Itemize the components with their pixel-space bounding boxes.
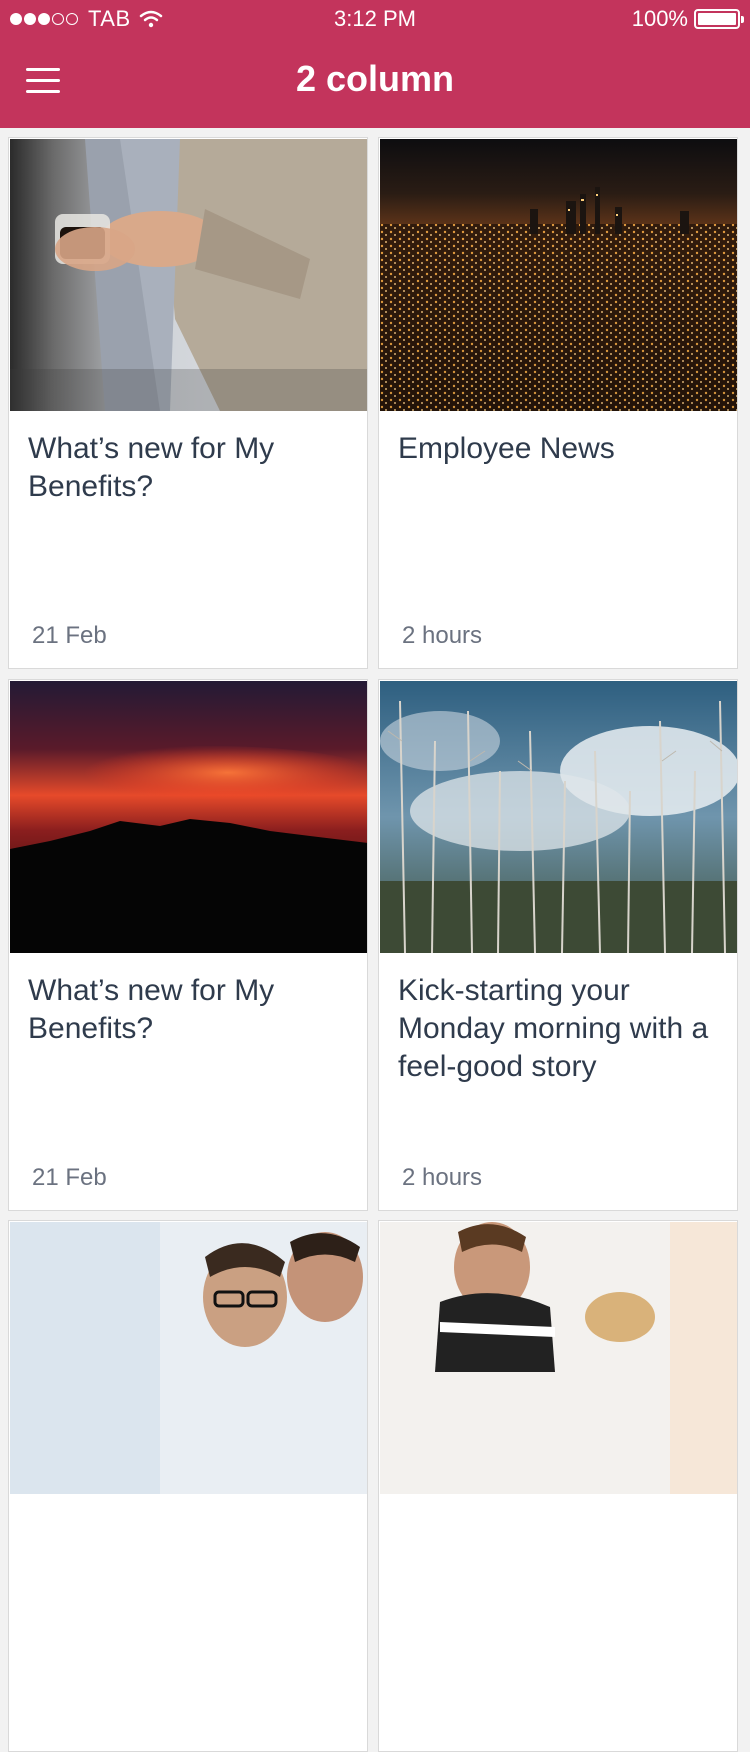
article-card[interactable]: What’s new for My Benefits? 21 Feb xyxy=(8,679,368,1211)
card-title: Kick-starting your Monday morning with a… xyxy=(398,974,709,1083)
battery-percent: 100% xyxy=(631,6,688,31)
status-right: 100% xyxy=(631,6,744,32)
bare-trees-cloudy-sky-photo xyxy=(380,681,737,953)
article-card[interactable] xyxy=(8,1220,368,1752)
article-card[interactable]: Kick-starting your Monday morning with a… xyxy=(378,679,738,1211)
article-card[interactable]: What’s new for My Benefits? 21 Feb xyxy=(8,137,368,669)
red-sunset-mountains-photo xyxy=(10,681,367,953)
coffee-businessman-photo xyxy=(10,139,367,411)
smiling-man-office-photo xyxy=(380,1222,737,1494)
battery-icon xyxy=(694,9,744,29)
page-title: 2 column xyxy=(295,58,455,99)
card-title: What’s new for My Benefits? xyxy=(28,974,275,1045)
city-night-lights-photo xyxy=(380,139,737,411)
card-title: Employee News xyxy=(398,432,615,465)
article-card[interactable]: Employee News 2 hours xyxy=(378,137,738,669)
card-title: What’s new for My Benefits? xyxy=(28,432,275,503)
card-date: 21 Feb xyxy=(32,1164,107,1191)
office-colleagues-photo xyxy=(10,1222,367,1494)
card-date: 2 hours xyxy=(402,622,483,649)
article-card[interactable] xyxy=(378,1220,738,1752)
card-date: 2 hours xyxy=(402,1164,483,1191)
app-header: TAB 3:12 PM 100% 2 column xyxy=(0,0,750,128)
status-bar: TAB 3:12 PM 100% xyxy=(0,0,750,40)
card-date: 21 Feb xyxy=(32,622,107,649)
